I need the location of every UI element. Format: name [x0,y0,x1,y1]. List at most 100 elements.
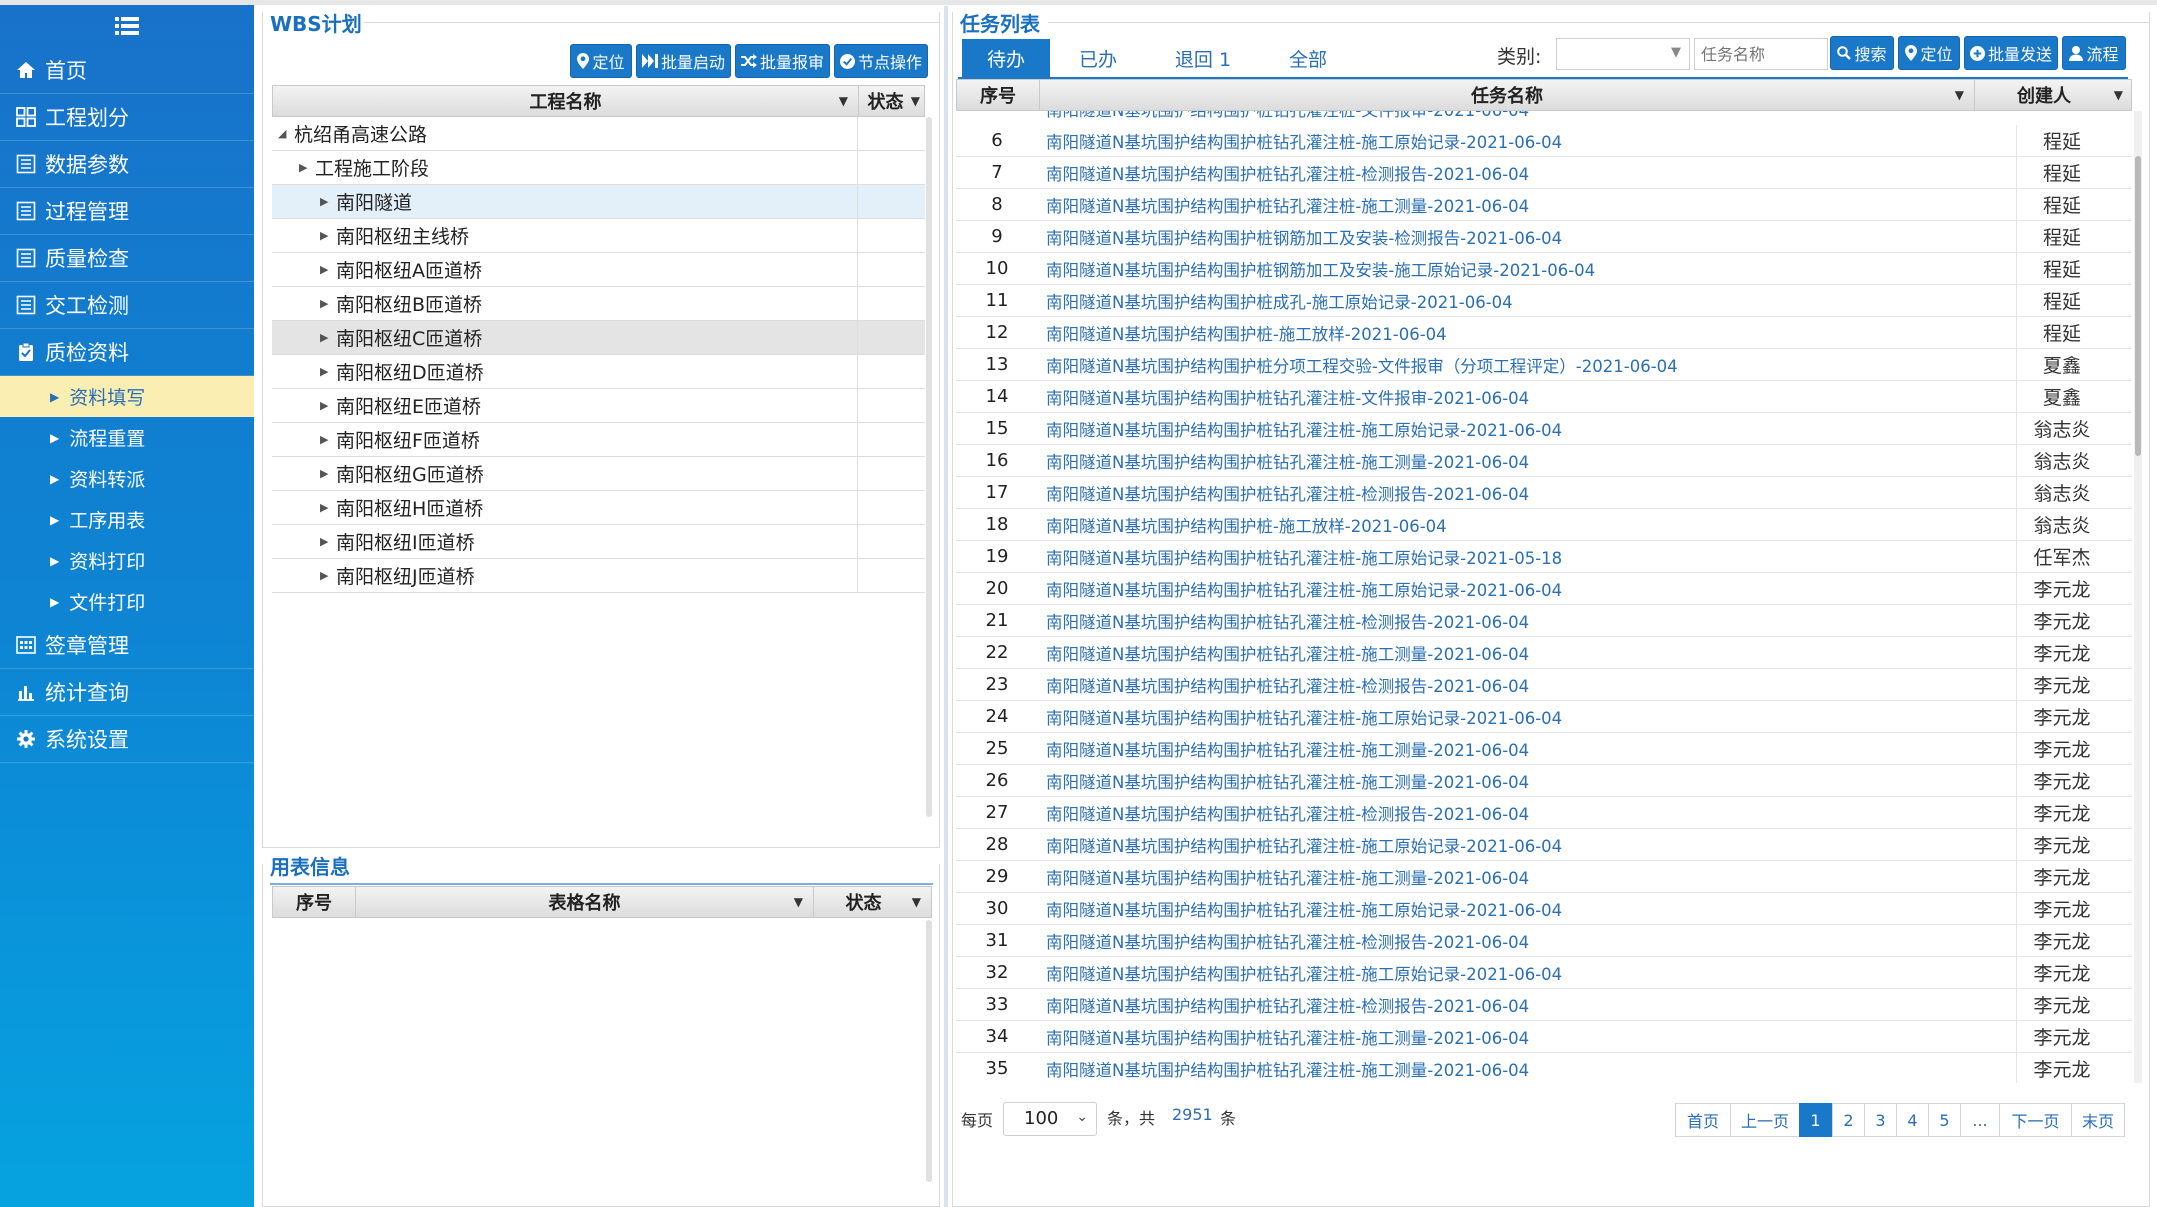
task-row[interactable]: 24 南阳隧道N基坑围护结构围护桩钻孔灌注桩-施工原始记录-2021-06-04 李… [956,701,2132,733]
task-row[interactable]: 12 南阳隧道N基坑围护结构围护桩-施工放样-2021-06-04 程延 [956,317,2132,349]
task-row[interactable]: 22 南阳隧道N基坑围护结构围护桩钻孔灌注桩-施工测量-2021-06-04 李元龙 [956,637,2132,669]
task-tab[interactable]: 待办 [962,39,1050,77]
sidebar-item-grid[interactable]: 工程划分 [0,94,254,141]
task-row-name-link[interactable]: 南阳隧道N基坑围护结构围护桩钻孔灌注桩-检测报告-2021-06-04 [1046,797,1529,828]
task-row[interactable]: 17 南阳隧道N基坑围护结构围护桩钻孔灌注桩-检测报告-2021-06-04 翁志炎 [956,477,2132,509]
task-row-name-link[interactable]: 南阳隧道N基坑围护结构围护桩钻孔灌注桩-施工原始记录-2021-06-04 [1046,829,1562,860]
task-row-name-link[interactable]: 南阳隧道N基坑围护结构围护桩-施工放样-2021-06-04 [1046,317,1447,348]
page-number-button[interactable]: 1 [1799,1103,1832,1137]
task-row-name-link[interactable]: 南阳隧道N基坑围护结构围护桩钻孔灌注桩-施工测量-2021-06-04 [1046,637,1529,668]
menu-toggle[interactable] [0,5,254,47]
wbs-tree-row[interactable]: ▶ 工程施工阶段 [272,151,925,185]
task-row-name-link[interactable]: 南阳隧道N基坑围护结构围护桩钻孔灌注桩-施工原始记录-2021-06-04 [1046,413,1562,444]
task-row[interactable]: 32 南阳隧道N基坑围护结构围护桩钻孔灌注桩-施工原始记录-2021-06-04 李… [956,957,2132,989]
category-select[interactable]: ▼ [1556,38,1690,70]
prev-page-button[interactable]: 上一页 [1730,1103,1800,1137]
task-row-name-link[interactable]: 南阳隧道N基坑围护结构围护桩钻孔灌注桩-检测报告-2021-06-04 [1046,989,1529,1020]
task-row-name-link[interactable]: 南阳隧道N基坑围护结构围护桩钻孔灌注桩-检测报告-2021-06-04 [1046,157,1529,188]
collapsed-triangle-icon[interactable]: ▶ [320,535,330,548]
page-number-button[interactable]: 5 [1928,1103,1961,1137]
task-row-name-link[interactable]: 南阳隧道N基坑围护结构围护桩钻孔灌注桩-施工原始记录-2021-06-04 [1046,893,1562,924]
task-row[interactable]: 21 南阳隧道N基坑围护结构围护桩钻孔灌注桩-检测报告-2021-06-04 李元龙 [956,605,2132,637]
task-tab[interactable]: 退回 1 [1155,39,1251,77]
task-row[interactable]: 28 南阳隧道N基坑围护结构围护桩钻孔灌注桩-施工原始记录-2021-06-04 李… [956,829,2132,861]
wbs-tree-row[interactable]: ▶ 南阳枢纽D匝道桥 [272,355,925,389]
next-page-button[interactable]: 下一页 [1999,1103,2072,1137]
task-row[interactable]: 23 南阳隧道N基坑围护结构围护桩钻孔灌注桩-检测报告-2021-06-04 李元龙 [956,669,2132,701]
collapsed-triangle-icon[interactable]: ▶ [320,263,330,276]
node-op-button[interactable]: 节点操作 [834,44,928,78]
tasks-scrollbar[interactable] [2134,111,2142,1083]
task-row-name-link[interactable]: 南阳隧道N基坑围护结构围护桩-施工放样-2021-06-04 [1046,509,1447,540]
wbs-tree-row[interactable]: ▶ 南阳枢纽C匝道桥 [272,321,925,355]
task-row-name-link[interactable]: 南阳隧道N基坑围护结构围护桩钻孔灌注桩-检测报告-2021-06-04 [1046,669,1529,700]
task-row-name-link[interactable]: 南阳隧道N基坑围护结构围护桩钻孔灌注桩-施工原始记录-2021-06-04 [1046,957,1562,988]
collapsed-triangle-icon[interactable]: ▶ [320,569,330,582]
sidebar-item-gear[interactable]: 系统设置 [0,716,254,763]
batch-start-button[interactable]: 批量启动 [636,44,731,78]
task-row[interactable]: 25 南阳隧道N基坑围护结构围护桩钻孔灌注桩-施工测量-2021-06-04 李元龙 [956,733,2132,765]
wbs-scrollbar[interactable] [926,117,932,817]
task-row[interactable]: 15 南阳隧道N基坑围护结构围护桩钻孔灌注桩-施工原始记录-2021-06-04 翁… [956,413,2132,445]
page-number-button[interactable]: 3 [1864,1103,1897,1137]
collapsed-triangle-icon[interactable]: ▶ [320,467,330,480]
task-row-name-link[interactable]: 南阳隧道N基坑围护结构围护桩钻孔灌注桩-施工原始记录-2021-06-04 [1046,573,1562,604]
wbs-tree-row[interactable]: ▶ 南阳枢纽主线桥 [272,219,925,253]
forms-col-status[interactable]: 状态 ▼ [813,887,933,917]
task-row-name-link[interactable]: 南阳隧道N基坑围护结构围护桩分项工程交验-文件报审（分项工程评定）-2021-0… [1046,349,1678,380]
task-row-name-link[interactable]: 南阳隧道N基坑围护结构围护桩钻孔灌注桩-检测报告-2021-06-04 [1046,925,1529,956]
collapsed-triangle-icon[interactable]: ▶ [320,501,330,514]
batch-report-button[interactable]: 批量报审 [735,44,830,78]
tasks-scrollbar-thumb[interactable] [2135,156,2141,456]
sidebar-subitem[interactable]: ▶ 工序用表 [0,499,254,540]
task-row-name-link[interactable]: 南阳隧道N基坑围护结构围护桩钻孔灌注桩-施工测量-2021-06-04 [1046,765,1529,796]
task-row[interactable]: 31 南阳隧道N基坑围护结构围护桩钻孔灌注桩-检测报告-2021-06-04 李元龙 [956,925,2132,957]
task-row-name-link[interactable]: 南阳隧道N基坑围护结构围护桩钢筋加工及安装-检测报告-2021-06-04 [1046,221,1562,252]
wbs-tree-row[interactable]: ▶ 南阳枢纽B匝道桥 [272,287,925,321]
sidebar-item-bar-chart[interactable]: 统计查询 [0,669,254,716]
collapsed-triangle-icon[interactable]: ▶ [320,399,330,412]
page-number-button[interactable]: ... [1960,1103,2000,1137]
task-row-name-link[interactable]: 南阳隧道N基坑围护结构围护桩钻孔灌注桩-施工测量-2021-06-04 [1046,861,1529,892]
search-button[interactable]: 搜索 [1830,36,1894,70]
task-row[interactable]: 13 南阳隧道N基坑围护结构围护桩分项工程交验-文件报审（分项工程评定）-2021… [956,349,2132,381]
forms-col-name[interactable]: 表格名称 ▼ [355,887,813,917]
task-row-name-link[interactable]: 南阳隧道N基坑围护结构围护桩钻孔灌注桩-施工原始记录-2021-06-04 [1046,701,1562,732]
task-row-name-link[interactable]: 南阳隧道N基坑围护结构围护桩钻孔灌注桩-检测报告-2021-06-04 [1046,477,1529,508]
task-row-name-link[interactable]: 南阳隧道N基坑围护结构围护桩钻孔灌注桩-检测报告-2021-06-04 [1046,605,1529,636]
task-row-name-link[interactable]: 南阳隧道N基坑围护结构围护桩成孔-施工原始记录-2021-06-04 [1046,285,1513,316]
batch-send-button[interactable]: 批量发送 [1964,36,2058,70]
wbs-locate-button[interactable]: 定位 [570,44,632,78]
wbs-tree-row[interactable]: ▶ 南阳枢纽I匝道桥 [272,525,925,559]
expanded-triangle-icon[interactable]: ◢ [278,127,288,140]
task-row[interactable]: 26 南阳隧道N基坑围护结构围护桩钻孔灌注桩-施工测量-2021-06-04 李元龙 [956,765,2132,797]
collapsed-triangle-icon[interactable]: ▶ [320,229,330,242]
wbs-tree-row[interactable]: ▶ 南阳枢纽H匝道桥 [272,491,925,525]
task-name-input[interactable] [1694,38,1828,70]
wbs-tree-row[interactable]: ▶ 南阳枢纽J匝道桥 [272,559,925,593]
sidebar-item-list[interactable]: 数据参数 [0,141,254,188]
task-row[interactable]: 33 南阳隧道N基坑围护结构围护桩钻孔灌注桩-检测报告-2021-06-04 李元龙 [956,989,2132,1021]
wbs-tree-row[interactable]: ▶ 南阳枢纽E匝道桥 [272,389,925,423]
task-row[interactable]: 8 南阳隧道N基坑围护结构围护桩钻孔灌注桩-施工测量-2021-06-04 程延 [956,189,2132,221]
task-row[interactable]: 9 南阳隧道N基坑围护结构围护桩钢筋加工及安装-检测报告-2021-06-04 程延 [956,221,2132,253]
task-row-name-link[interactable]: 南阳隧道N基坑围护结构围护桩钻孔灌注桩-文件报审-2021-06-04 [1046,381,1529,412]
collapsed-triangle-icon[interactable]: ▶ [320,365,330,378]
task-row-name-link[interactable]: 南阳隧道N基坑围护结构围护桩钻孔灌注桩-施工测量-2021-06-04 [1046,1053,1529,1083]
panel-divider[interactable] [944,6,948,1207]
task-row[interactable]: 35 南阳隧道N基坑围护结构围护桩钻孔灌注桩-施工测量-2021-06-04 李元龙 [956,1053,2132,1083]
wbs-col-status[interactable]: 状态 ▼ [858,86,926,116]
task-row-name-link[interactable]: 南阳隧道N基坑围护结构围护桩钻孔灌注桩-施工测量-2021-06-04 [1046,733,1529,764]
collapsed-triangle-icon[interactable]: ▶ [320,433,330,446]
task-row[interactable]: 34 南阳隧道N基坑围护结构围护桩钻孔灌注桩-施工测量-2021-06-04 李元龙 [956,1021,2132,1053]
wbs-tree-row[interactable]: ▶ 南阳枢纽G匝道桥 [272,457,925,491]
sidebar-subitem[interactable]: ▶ 资料填写 [0,376,254,417]
sidebar-item-list[interactable]: 交工检测 [0,282,254,329]
forms-scrollbar[interactable] [926,920,932,1182]
collapsed-triangle-icon[interactable]: ▶ [299,161,309,174]
task-row-name-link[interactable]: 南阳隧道N基坑围护结构围护桩钻孔灌注桩-施工测量-2021-06-04 [1046,445,1529,476]
task-row[interactable]: 7 南阳隧道N基坑围护结构围护桩钻孔灌注桩-检测报告-2021-06-04 程延 [956,157,2132,189]
sidebar-item-home[interactable]: 首页 [0,47,254,94]
task-row[interactable]: 6 南阳隧道N基坑围护结构围护桩钻孔灌注桩-施工原始记录-2021-06-04 程延 [956,125,2132,157]
collapsed-triangle-icon[interactable]: ▶ [320,195,330,208]
